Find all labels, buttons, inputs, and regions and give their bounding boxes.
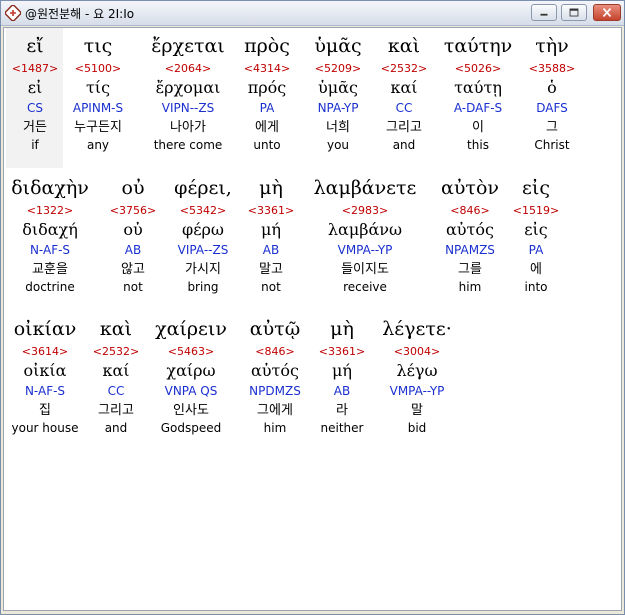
word-column[interactable]: εἰς <1519> εἰς PA 에 into <box>476 170 596 295</box>
maximize-icon <box>569 8 579 17</box>
english-gloss: receive <box>343 280 387 294</box>
lemma: λαμβάνω <box>327 220 403 239</box>
strongs-number: <3588> <box>528 62 576 75</box>
korean-gloss: 그 <box>546 120 558 135</box>
parsing-code: DAFS <box>536 101 568 115</box>
parsing-code: VMPA--YP <box>337 243 393 257</box>
strongs-number: <3004> <box>393 345 441 358</box>
strongs-number: <2983> <box>341 204 389 217</box>
verse-line-2: διδαχὴν <1322> διδαχή N-AF-S 교훈을 doctrine οὐ <3… <box>4 170 621 310</box>
interlinear-panel[interactable]: εἴ <1487> εἰ CS 거든 if τις <5100> τίς APINM-S 누구든지 a… <box>3 27 622 611</box>
word-column[interactable]: λέγετε· <3004> λέγω VMPA--YP 말 bid <box>357 311 477 436</box>
minimize-button[interactable] <box>531 4 557 21</box>
verse-line-1: εἴ <1487> εἰ CS 거든 if τις <5100> τίς APINM-S 누구든지 a… <box>4 28 621 168</box>
lemma: λέγω <box>396 361 438 380</box>
english-gloss: into <box>524 280 548 294</box>
greek-word: λαμβάνετε <box>313 177 417 199</box>
verse-line-3: οἰκίαν <3614> οἰκία N-AF-S 집 your house καὶ <25… <box>4 311 621 451</box>
parsing-code: VMPA--YP <box>389 384 445 398</box>
lemma: εἰς <box>524 220 548 239</box>
minimize-icon <box>540 13 548 16</box>
title-bar[interactable]: @원전분해 - 요 2I:Io <box>1 1 624 26</box>
lemma: ὁ <box>547 78 557 97</box>
bible-app-icon <box>5 5 21 21</box>
korean-gloss: 에 <box>530 262 542 277</box>
english-gloss: bid <box>407 421 427 435</box>
word-column[interactable]: λαμβάνετε <2983> λαμβάνω VMPA--YP 들이지도 receiv… <box>305 170 425 295</box>
greek-word: λέγετε· <box>382 318 452 340</box>
korean-gloss: 말 <box>411 403 423 418</box>
close-button[interactable] <box>593 4 621 21</box>
close-icon <box>602 7 612 18</box>
maximize-button[interactable] <box>561 4 587 21</box>
strongs-number: <1519> <box>512 204 560 217</box>
greek-word: τὴν <box>535 35 569 57</box>
greek-word: εἰς <box>522 177 550 199</box>
word-column[interactable]: τὴν <3588> ὁ DAFS 그 Christ <box>492 28 612 153</box>
window-title: @원전분해 - 요 2I:Io <box>25 7 135 21</box>
english-gloss: Christ <box>534 138 570 152</box>
korean-gloss: 들이지도 <box>341 262 389 277</box>
parsing-code: PA <box>528 243 544 257</box>
app-window: @원전분해 - 요 2I:Io εἴ <1487> εἰ CS 거든 if τις <5100… <box>0 0 625 615</box>
